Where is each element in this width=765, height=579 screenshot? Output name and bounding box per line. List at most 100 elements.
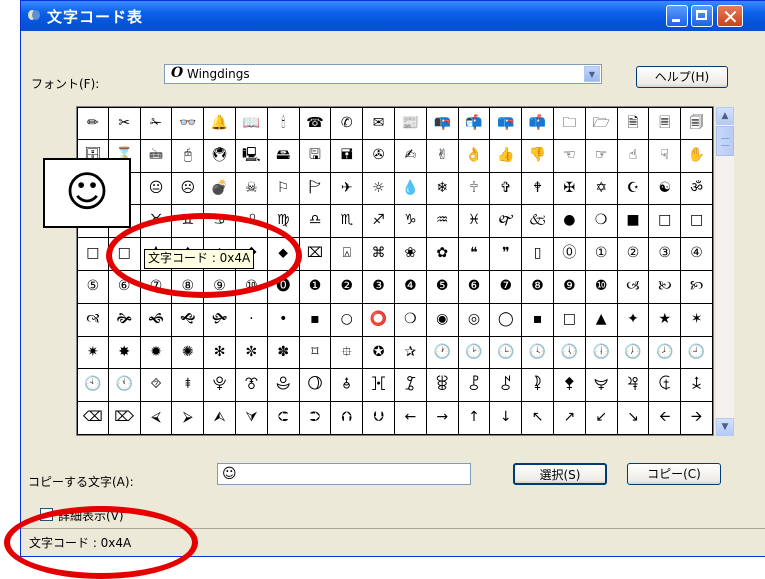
char-cell[interactable]: ❸	[363, 271, 395, 304]
char-cell[interactable]: 🕑	[458, 336, 491, 370]
char-cell[interactable]: ✰	[395, 336, 427, 370]
char-cell[interactable]: ↑	[458, 402, 491, 435]
char-cell[interactable]: ▯	[522, 238, 554, 271]
scroll-thumb[interactable]	[716, 126, 734, 156]
char-cell[interactable]: ⯟	[585, 369, 618, 403]
char-cell[interactable]: ⯑	[140, 369, 173, 403]
char-cell[interactable]: ❞	[490, 238, 523, 271]
char-cell[interactable]: ←	[395, 402, 427, 435]
char-cell[interactable]: 📖	[236, 107, 268, 140]
char-cell[interactable]: ■	[617, 205, 650, 239]
char-cell[interactable]: ✶	[681, 303, 713, 337]
char-cell[interactable]: ✺	[172, 336, 205, 370]
char-cell[interactable]: ♑	[395, 205, 427, 239]
char-cell[interactable]: ✸	[108, 336, 141, 370]
char-cell[interactable]: ☎	[299, 107, 332, 140]
char-cell[interactable]: ⯠	[617, 369, 650, 403]
char-cell[interactable]: ⮛	[236, 402, 268, 435]
char-cell[interactable]: ⑤	[77, 271, 109, 304]
char-cell[interactable]: 📫	[522, 107, 554, 140]
char-cell[interactable]: ○	[331, 303, 364, 337]
char-cell[interactable]: ॐ	[681, 172, 713, 206]
char-cell[interactable]: ☟	[649, 139, 682, 173]
char-cell[interactable]: ⯘	[363, 369, 395, 403]
char-cell[interactable]: ✻	[204, 336, 236, 370]
char-cell[interactable]: ✍	[395, 139, 427, 173]
char-cell[interactable]: 🗏	[649, 107, 682, 140]
char-cell[interactable]: ③	[649, 238, 682, 271]
char-cell[interactable]: ⌫	[77, 402, 109, 435]
char-cell[interactable]: 🖳	[236, 139, 268, 173]
char-cell[interactable]: ⯖	[299, 369, 332, 403]
char-cell[interactable]: ⮘	[140, 402, 173, 435]
copy-characters-input[interactable]: ☺	[217, 463, 471, 485]
char-cell[interactable]: •	[267, 303, 300, 337]
char-cell[interactable]: 🗎	[617, 107, 650, 140]
scroll-down-button[interactable]: ▼	[716, 418, 734, 436]
char-cell[interactable]: ✼	[236, 336, 268, 370]
char-cell[interactable]: ☼	[363, 172, 395, 206]
char-cell[interactable]: ↘	[617, 402, 650, 435]
char-cell[interactable]: ⯔	[236, 369, 268, 403]
char-cell[interactable]: 🕈	[522, 172, 554, 206]
char-cell[interactable]: 💧	[395, 172, 427, 206]
char-cell[interactable]: 📰	[395, 107, 427, 140]
char-cell[interactable]: ⌘	[363, 238, 395, 271]
char-cell[interactable]: ⯙	[395, 369, 427, 403]
char-cell[interactable]: 💣	[204, 172, 236, 206]
char-cell[interactable]: □	[649, 205, 682, 239]
char-cell[interactable]: ⮊	[299, 402, 332, 435]
char-cell[interactable]: ⮙	[204, 402, 236, 435]
char-cell[interactable]: 🕗	[649, 336, 682, 370]
char-cell[interactable]: ⌑	[299, 336, 332, 370]
char-cell[interactable]: ⯚	[426, 369, 459, 403]
char-cell[interactable]: 🙝	[172, 303, 205, 337]
char-cell[interactable]: ⯗	[331, 369, 364, 403]
char-cell[interactable]: ✁	[140, 107, 173, 140]
char-cell[interactable]: 🕆	[458, 172, 491, 206]
char-cell[interactable]: ✽	[267, 336, 300, 370]
char-cell[interactable]: ⯓	[204, 369, 236, 403]
char-cell[interactable]: ✞	[490, 172, 523, 206]
char-cell[interactable]: ●	[554, 205, 586, 239]
char-cell[interactable]: ♓	[458, 205, 491, 239]
char-cell[interactable]: 🡪	[681, 402, 713, 435]
char-cell[interactable]: ⌦	[108, 402, 141, 435]
char-cell[interactable]: ❿	[585, 271, 618, 304]
char-cell[interactable]: 🙡	[681, 271, 713, 304]
char-cell[interactable]: ❹	[395, 271, 427, 304]
char-cell[interactable]: ❻	[458, 271, 491, 304]
title-bar[interactable]: 文字コード表 ✕	[21, 1, 765, 31]
char-cell[interactable]: ☯	[649, 172, 682, 206]
char-cell[interactable]: ✇	[363, 139, 395, 173]
char-cell[interactable]: 🕒	[490, 336, 523, 370]
char-cell[interactable]: 🙜	[140, 303, 173, 337]
char-cell[interactable]: ✹	[140, 336, 173, 370]
char-cell[interactable]: ❶	[299, 271, 332, 304]
char-cell[interactable]: ⯞	[554, 369, 586, 403]
char-cell[interactable]: ♒	[426, 205, 459, 239]
char-cell[interactable]: 🙣	[77, 303, 109, 337]
char-cell[interactable]: ⯢	[681, 369, 713, 403]
char-cell[interactable]: ♐	[363, 205, 395, 239]
char-cell[interactable]: 😐	[140, 172, 173, 206]
char-cell[interactable]: ⯡	[649, 369, 682, 403]
copy-button[interactable]: コピー(C)	[627, 463, 721, 485]
char-cell[interactable]: ☞	[585, 139, 618, 173]
char-cell[interactable]: ✂	[108, 107, 141, 140]
char-cell[interactable]: ⌧	[299, 238, 332, 271]
char-cell[interactable]: 🕙	[77, 369, 109, 403]
chevron-down-icon[interactable]: ▼	[584, 66, 600, 82]
char-cell[interactable]: ⯝	[522, 369, 554, 403]
minimize-button[interactable]	[666, 5, 688, 27]
char-cell[interactable]: ★	[649, 303, 682, 337]
maximize-button[interactable]	[691, 5, 713, 27]
char-cell[interactable]: ✋	[681, 139, 713, 173]
char-cell[interactable]: □	[681, 205, 713, 239]
char-cell[interactable]: ✏	[77, 107, 109, 140]
char-cell[interactable]: ✌	[426, 139, 459, 173]
char-cell[interactable]: ▪	[522, 303, 554, 337]
char-cell[interactable]: ❺	[426, 271, 459, 304]
char-cell[interactable]: 🖮	[140, 139, 173, 173]
char-cell[interactable]: 📬	[458, 107, 491, 140]
